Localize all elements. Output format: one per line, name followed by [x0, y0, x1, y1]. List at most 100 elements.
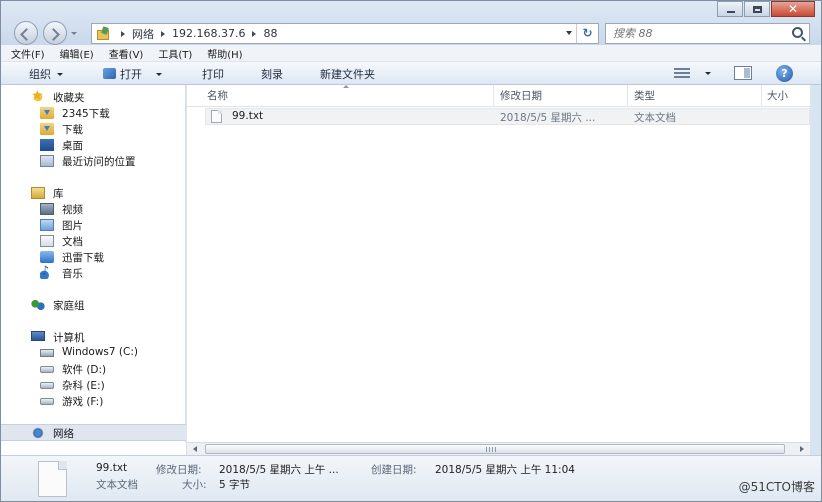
text-file-icon	[211, 110, 222, 123]
file-row[interactable]: 99.txt 2018/5/5 星期六 ... 文本文档	[205, 108, 810, 125]
chevron-down-icon[interactable]	[156, 73, 162, 76]
sidebar-item-favorites[interactable]: 收藏夹	[1, 88, 186, 105]
file-list[interactable]: 名称 修改日期 类型 大小 99.txt 2018/5/5 星期六 ... 文本…	[187, 85, 810, 442]
maximize-button[interactable]	[744, 1, 770, 17]
maximize-icon	[753, 6, 762, 13]
grip-icon	[486, 447, 496, 452]
sidebar-item-desktop[interactable]: 桌面	[1, 137, 186, 153]
scroll-right-icon[interactable]	[800, 446, 804, 452]
sidebar-item-libraries[interactable]: 库	[1, 185, 186, 201]
thunder-download-icon	[40, 251, 54, 263]
sidebar-item-label: 下载	[62, 124, 83, 136]
address-dropdown-icon[interactable]	[566, 31, 572, 35]
breadcrumb-folder[interactable]: 88	[263, 27, 277, 40]
sidebar-item-label: 音乐	[62, 268, 83, 280]
sidebar-item-music[interactable]: 音乐	[1, 264, 186, 281]
search-box[interactable]	[605, 23, 810, 44]
help-icon[interactable]: ?	[776, 65, 793, 82]
computer-icon	[31, 331, 45, 341]
sidebar-item-label: 杂科 (E:)	[62, 380, 105, 392]
breadcrumb-separator-icon[interactable]	[252, 30, 257, 37]
organize-button[interactable]: 组织	[29, 66, 63, 82]
column-header-modified[interactable]: 修改日期	[500, 88, 542, 103]
network-icon	[31, 427, 45, 439]
sidebar-item-pictures[interactable]: 图片	[1, 217, 186, 233]
column-divider[interactable]	[493, 85, 494, 107]
breadcrumb-network[interactable]: 网络	[132, 26, 154, 42]
system-drive-icon	[40, 349, 54, 357]
horizontal-scrollbar[interactable]	[187, 442, 810, 455]
sidebar-item-videos[interactable]: 视频	[1, 201, 186, 217]
sidebar-item-thunder-downloads[interactable]: 迅雷下载	[1, 249, 186, 265]
column-divider[interactable]	[761, 85, 762, 107]
sidebar-item-homegroup[interactable]: 家庭组	[1, 297, 186, 313]
sidebar-item-recent-places[interactable]: 最近访问的位置	[1, 153, 186, 169]
menu-tools[interactable]: 工具(T)	[158, 46, 192, 61]
network-folder-icon	[96, 27, 110, 40]
details-pane: 99.txt 文本文档 修改日期: 2018/5/5 星期六 上午 ... 创建…	[1, 455, 821, 501]
sidebar-item-label: 桌面	[62, 140, 83, 152]
sort-ascending-icon	[343, 85, 349, 88]
drive-icon	[40, 366, 54, 373]
sidebar-item-documents[interactable]: 文档	[1, 233, 186, 249]
view-options-icon[interactable]	[674, 68, 690, 78]
sidebar-item-computer[interactable]: 计算机	[1, 329, 186, 345]
menu-edit[interactable]: 编辑(E)	[60, 46, 94, 61]
column-header-name[interactable]: 名称	[207, 88, 228, 103]
sidebar-item-label: 图片	[62, 220, 83, 232]
sidebar-item-label: 计算机	[53, 332, 85, 344]
sidebar-item-drive-c[interactable]: Windows7 (C:)	[1, 345, 186, 361]
menu-file[interactable]: 文件(F)	[11, 46, 45, 61]
breadcrumb-host[interactable]: 192.168.37.6	[172, 27, 245, 40]
search-input[interactable]	[606, 24, 776, 43]
watermark: @51CTO博客	[738, 480, 815, 494]
sidebar-item-downloads[interactable]: 下载	[1, 121, 186, 137]
open-button[interactable]: 打开	[103, 66, 162, 82]
recent-pages-dropdown[interactable]	[71, 32, 77, 35]
column-divider[interactable]	[627, 85, 628, 107]
minimize-button[interactable]	[717, 1, 743, 17]
menu-bar: 文件(F) 编辑(E) 查看(V) 工具(T) 帮助(H)	[1, 45, 821, 62]
sidebar-item-drive-f[interactable]: 游戏 (F:)	[1, 393, 186, 409]
library-icon	[31, 187, 45, 199]
favorites-star-icon	[31, 88, 45, 104]
column-header-size[interactable]: 大小	[767, 88, 788, 103]
menu-view[interactable]: 查看(V)	[109, 46, 144, 61]
breadcrumb-separator-icon[interactable]	[161, 30, 165, 37]
close-icon: ✕	[788, 2, 799, 16]
homegroup-icon	[31, 299, 45, 311]
sidebar-item-label: 2345下载	[62, 108, 110, 120]
detail-filename: 99.txt	[96, 462, 128, 474]
navigation-pane: 收藏夹 2345下载 下载 桌面 最近访问的位置 库 视频 图片	[1, 85, 186, 442]
sidebar-item-label: 最近访问的位置	[62, 156, 136, 168]
search-icon[interactable]	[792, 27, 803, 38]
sidebar-item-label: 迅雷下载	[62, 252, 104, 264]
sidebar-item-label: 视频	[62, 204, 83, 216]
menu-help[interactable]: 帮助(H)	[207, 46, 242, 61]
sidebar-item-drive-e[interactable]: 杂科 (E:)	[1, 377, 186, 393]
back-button[interactable]	[14, 21, 38, 45]
scrollbar-thumb[interactable]	[205, 444, 785, 454]
detail-size-value: 5 字节	[219, 479, 251, 491]
sidebar-item-drive-d[interactable]: 软件 (D:)	[1, 361, 186, 377]
sidebar-item-label: 软件 (D:)	[62, 364, 107, 376]
sidebar-item-network[interactable]: 网络	[1, 424, 186, 441]
new-folder-button[interactable]: 新建文件夹	[320, 66, 375, 82]
column-header-type[interactable]: 类型	[634, 88, 655, 103]
sidebar-item-label: 文档	[62, 236, 83, 248]
burn-button[interactable]: 刻录	[261, 66, 283, 82]
address-bar[interactable]: 网络 192.168.37.6 88 ↻	[91, 23, 599, 44]
sidebar-item-2345-downloads[interactable]: 2345下载	[1, 105, 186, 121]
command-bar: 组织 打开 打印 刻录 新建文件夹 ?	[1, 62, 821, 85]
close-button[interactable]: ✕	[771, 1, 815, 17]
refresh-button[interactable]: ↻	[576, 24, 598, 43]
scroll-left-icon[interactable]	[193, 446, 197, 452]
documents-library-icon	[40, 235, 54, 247]
breadcrumb-separator-icon[interactable]	[121, 30, 125, 37]
open-icon	[103, 68, 116, 79]
open-label: 打开	[120, 68, 142, 81]
view-dropdown-icon[interactable]	[705, 72, 711, 75]
forward-button[interactable]	[43, 21, 67, 45]
print-button[interactable]: 打印	[202, 66, 224, 82]
preview-pane-icon[interactable]	[734, 66, 752, 80]
